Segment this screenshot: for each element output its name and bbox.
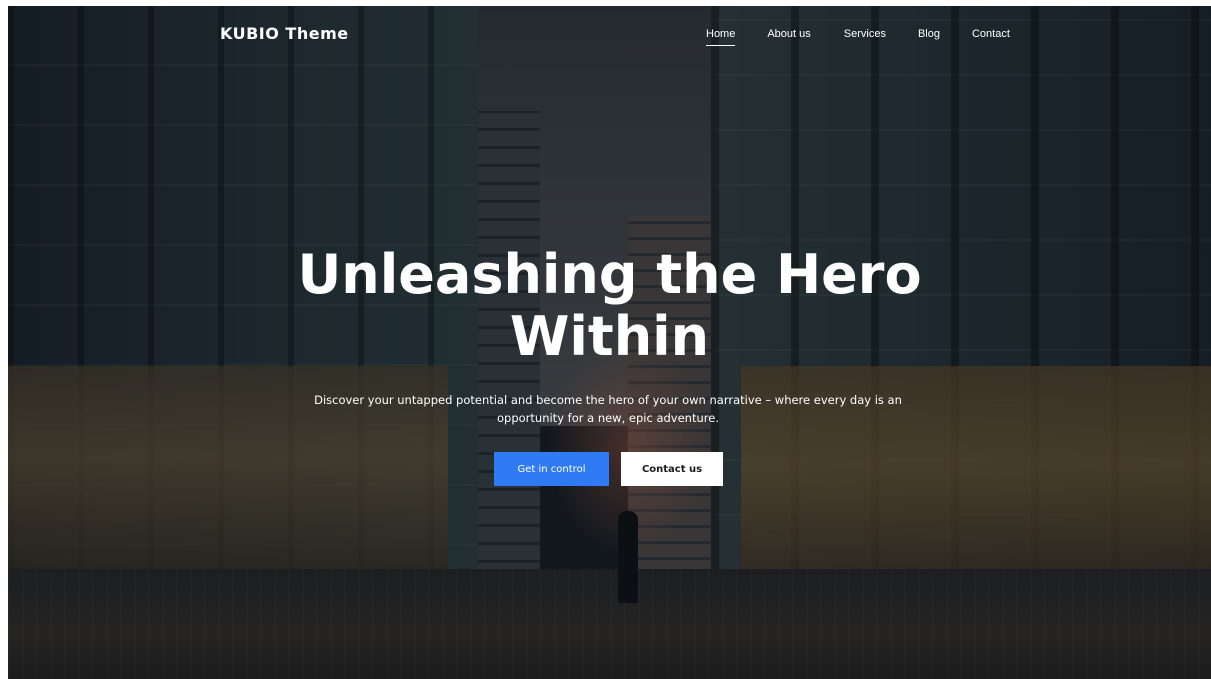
hero-subtitle-line-2: opportunity for a new, epic adventure. <box>497 411 719 425</box>
main-nav: Home About us Services Blog Contact <box>698 28 1010 46</box>
nav-item-blog[interactable]: Blog <box>918 28 940 46</box>
hero-title: Unleashing the Hero Within <box>8 244 1211 368</box>
hero-section: KUBIO Theme Home About us Services Blog … <box>8 6 1211 679</box>
hero-subtitle: Discover your untapped potential and bec… <box>308 391 908 427</box>
contact-us-button[interactable]: Contact us <box>621 452 723 486</box>
nav-item-about-us[interactable]: About us <box>767 28 810 46</box>
get-in-control-button[interactable]: Get in control <box>494 452 609 486</box>
nav-item-contact[interactable]: Contact <box>972 28 1010 46</box>
nav-item-home[interactable]: Home <box>706 28 736 46</box>
hero-title-line-1: Unleashing the Hero <box>297 243 922 306</box>
hero-subtitle-line-1: Discover your untapped potential and bec… <box>314 393 902 407</box>
site-logo[interactable]: KUBIO Theme <box>220 24 349 43</box>
nav-item-services[interactable]: Services <box>844 28 886 46</box>
hero-title-line-2: Within <box>509 305 710 368</box>
